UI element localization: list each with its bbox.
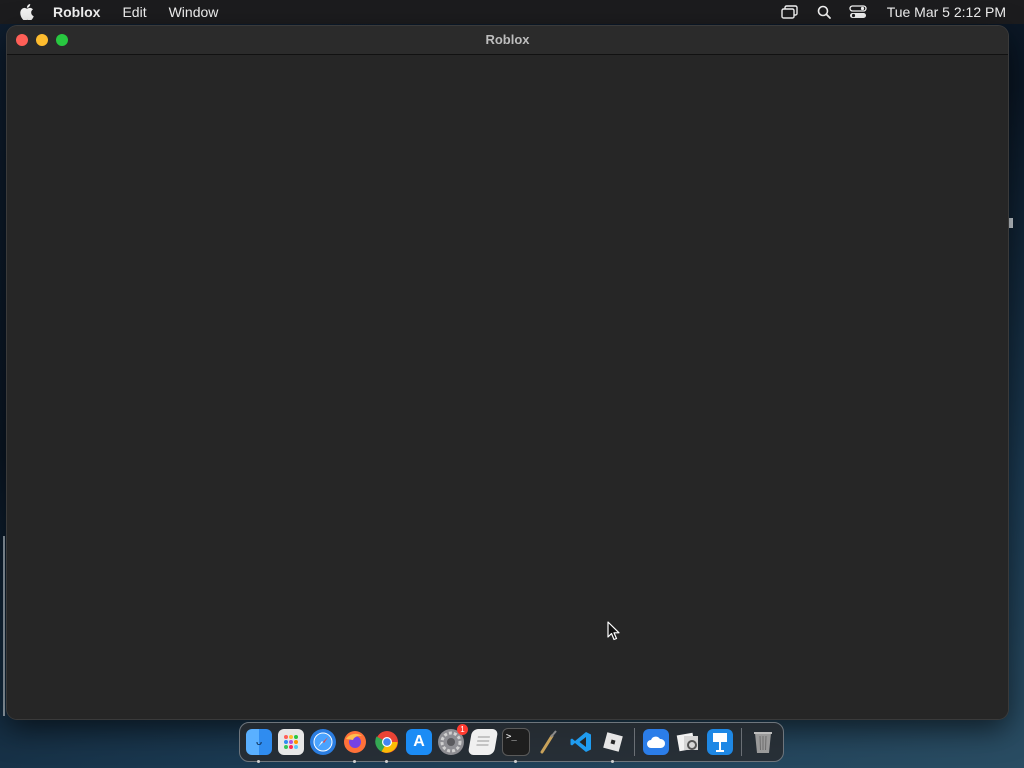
dock-item-weather[interactable] xyxy=(643,729,669,755)
menu-edit[interactable]: Edit xyxy=(122,0,146,24)
dock-item-roblox[interactable] xyxy=(600,729,626,763)
apple-menu-icon[interactable] xyxy=(19,4,35,20)
dock-item-app-store[interactable]: A xyxy=(406,729,432,755)
dock-item-safari[interactable] xyxy=(310,729,336,755)
dock-item-firefox[interactable] xyxy=(342,729,368,763)
menu-bar-clock[interactable]: Tue Mar 5 2:12 PM xyxy=(887,4,1006,20)
spotlight-search-icon[interactable] xyxy=(815,4,833,20)
keynote-icon xyxy=(713,733,727,752)
safari-icon xyxy=(313,732,333,752)
firefox-icon xyxy=(344,731,366,753)
menu-bar-status-area: Tue Mar 5 2:12 PM xyxy=(780,0,1006,24)
dock-item-finder[interactable]: ᴗ xyxy=(246,729,272,763)
dock-separator xyxy=(634,728,635,756)
terminal-icon: >_ xyxy=(506,732,517,742)
window-content-area[interactable] xyxy=(7,55,1008,719)
roblox-icon xyxy=(603,732,623,752)
running-indicator xyxy=(514,760,517,763)
script-editor-icon xyxy=(476,736,490,746)
control-center-icon[interactable] xyxy=(849,4,867,20)
window-title-bar[interactable]: Roblox xyxy=(7,26,1008,55)
launchpad-icon xyxy=(284,735,298,749)
chrome-icon xyxy=(375,731,398,753)
running-indicator xyxy=(385,760,388,763)
dock-item-script-editor[interactable] xyxy=(467,729,499,755)
menu-window[interactable]: Window xyxy=(169,0,219,24)
weather-icon xyxy=(647,736,666,748)
running-indicator xyxy=(257,760,260,763)
finder-icon: ᴗ xyxy=(255,736,263,748)
running-indicator xyxy=(611,760,614,763)
dock-item-system-settings[interactable]: 1 xyxy=(438,724,468,755)
notification-badge: 1 xyxy=(457,724,468,735)
dock-item-terminal[interactable]: >_ xyxy=(502,728,530,763)
preview-icon xyxy=(676,732,698,752)
running-indicator xyxy=(353,760,356,763)
app-store-icon: A xyxy=(413,733,425,750)
window-title: Roblox xyxy=(485,32,530,47)
dock-separator xyxy=(741,728,742,756)
dock-item-preview[interactable] xyxy=(675,729,701,755)
screen-mirroring-icon[interactable] xyxy=(780,4,799,20)
dock-item-chrome[interactable] xyxy=(374,729,400,763)
dock-item-trash[interactable] xyxy=(750,729,776,755)
instruments-icon xyxy=(540,730,557,754)
menu-app-name[interactable]: Roblox xyxy=(53,0,100,24)
desktop-edge xyxy=(3,536,5,716)
desktop-widget-edge xyxy=(1009,218,1013,228)
dock-item-instruments[interactable] xyxy=(536,729,562,755)
dock-item-keynote[interactable] xyxy=(707,729,733,755)
vscode-icon xyxy=(570,732,591,752)
dock: ᴗ A 1 >_ xyxy=(239,722,784,763)
dock-item-launchpad[interactable] xyxy=(278,729,304,755)
trash-icon xyxy=(754,732,772,753)
menu-bar: Roblox Edit Window Tue Mar 5 2:12 PM xyxy=(0,0,1024,24)
roblox-window: Roblox xyxy=(7,26,1008,719)
dock-item-vscode[interactable] xyxy=(568,729,594,755)
mouse-cursor-icon xyxy=(607,621,621,641)
system-settings-icon xyxy=(440,731,462,753)
